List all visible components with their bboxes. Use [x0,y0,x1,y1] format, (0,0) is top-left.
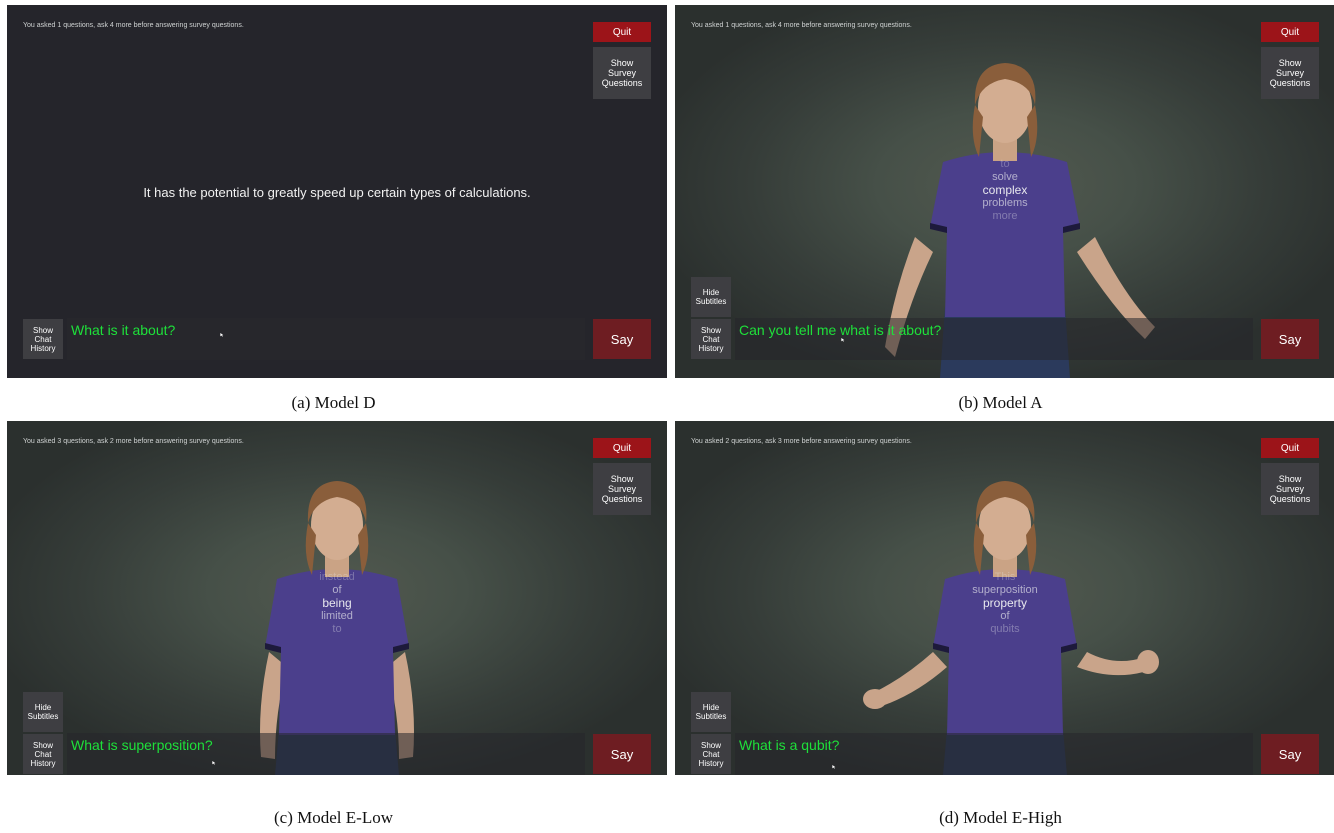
mouse-cursor-icon [212,761,216,765]
show-survey-questions-button[interactable]: Show Survey Questions [1261,463,1319,515]
show-chat-history-button[interactable]: Show Chat History [23,734,63,774]
caption-word: more [992,210,1018,222]
caption-word: of [1000,610,1010,622]
say-button[interactable]: Say [1261,734,1319,774]
mouse-cursor-icon [841,338,845,342]
caption-word: limited [321,610,353,622]
figure-caption: (d) Model E-High [939,808,1062,827]
say-button[interactable]: Say [1261,319,1319,359]
question-input[interactable]: What is it about? [67,318,585,360]
show-chat-history-button[interactable]: Show Chat History [691,734,731,774]
say-button[interactable]: Say [593,319,651,359]
question-input-value: What is superposition? [71,737,213,753]
question-count-status: You asked 1 questions, ask 4 more before… [691,22,912,29]
caption-word: of [332,584,342,596]
quit-button[interactable]: Quit [593,22,651,42]
quit-button[interactable]: Quit [1261,22,1319,42]
quit-button[interactable]: Quit [593,438,651,458]
question-input-value: What is it about? [71,322,176,338]
panel-model-a: to solve complex problems more You asked… [675,5,1334,378]
show-survey-questions-button[interactable]: Show Survey Questions [1261,47,1319,99]
hide-subtitles-button[interactable]: Hide Subtitles [691,277,731,317]
show-survey-questions-button[interactable]: Show Survey Questions [593,463,651,515]
panel-model-e-low: instead of being limited to You asked 3 … [7,421,667,775]
mouse-cursor-icon [220,333,224,337]
panel-model-e-high: This superposition property of qubits Yo… [675,421,1334,775]
figure-caption: (b) Model A [958,393,1043,412]
subtitle-text: It has the potential to greatly speed up… [143,185,531,200]
caption-word: solve [992,171,1018,183]
hide-subtitles-button[interactable]: Hide Subtitles [691,692,731,732]
question-input[interactable]: What is a qubit? [735,733,1253,775]
question-count-status: You asked 1 questions, ask 4 more before… [23,22,244,29]
say-button[interactable]: Say [593,734,651,774]
caption-word: problems [982,197,1028,209]
avatar-subtitle-words: to solve complex problems more [935,158,1075,223]
quit-button[interactable]: Quit [1261,438,1319,458]
caption-word: superposition [972,584,1038,596]
caption-word: complex [982,183,1028,197]
question-input[interactable]: Can you tell me what is it about? [735,318,1253,360]
show-chat-history-button[interactable]: Show Chat History [23,319,63,359]
figure-caption: (a) Model D [291,393,376,412]
caption-word: to [1000,158,1010,170]
mouse-cursor-icon [832,765,836,769]
caption-word: being [322,596,352,610]
question-input-value: Can you tell me what is it about? [739,322,942,338]
caption-word: qubits [990,623,1020,635]
caption-word: This [994,571,1016,583]
question-input[interactable]: What is superposition? [67,733,585,775]
avatar-subtitle-words: This superposition property of qubits [935,571,1075,636]
question-count-status: You asked 2 questions, ask 3 more before… [691,438,912,445]
show-chat-history-button[interactable]: Show Chat History [691,319,731,359]
figure-caption: (c) Model E-Low [274,808,393,827]
question-input-value: What is a qubit? [739,737,840,753]
caption-word: to [332,623,342,635]
show-survey-questions-button[interactable]: Show Survey Questions [593,47,651,99]
question-count-status: You asked 3 questions, ask 2 more before… [23,438,244,445]
hide-subtitles-button[interactable]: Hide Subtitles [23,692,63,732]
caption-word: property [982,596,1028,610]
panel-model-d: You asked 1 questions, ask 4 more before… [7,5,667,378]
avatar-subtitle-words: instead of being limited to [267,571,407,636]
caption-word: instead [319,571,355,583]
